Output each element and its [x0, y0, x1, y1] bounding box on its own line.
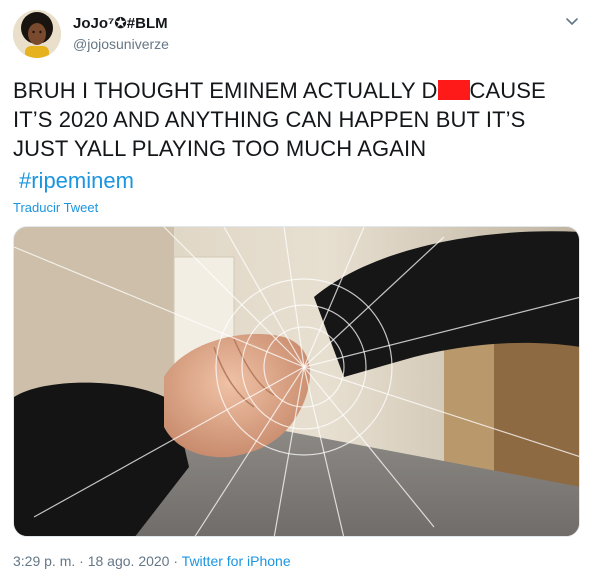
censor-block — [437, 80, 470, 100]
tweet-date[interactable]: 18 ago. 2020 — [88, 553, 170, 569]
user-handle[interactable]: @jojosuniverze — [73, 36, 169, 52]
hashtag-link[interactable]: #ripeminem — [19, 168, 134, 193]
hashtag-line: #ripeminem — [19, 166, 134, 195]
meta-separator: · — [173, 553, 179, 569]
translate-link[interactable]: Traducir Tweet — [13, 200, 98, 215]
tweet-card: JoJo⁷✪#BLM @jojosuniverze BRUH I THOUGHT… — [0, 0, 589, 573]
chevron-down-icon[interactable] — [563, 12, 581, 30]
tweet-time[interactable]: 3:29 p. m. — [13, 553, 75, 569]
display-name[interactable]: JoJo⁷✪#BLM — [73, 14, 168, 32]
avatar[interactable] — [13, 10, 61, 58]
name-row: JoJo⁷✪#BLM — [73, 14, 168, 32]
meta-separator: · — [79, 553, 84, 569]
broken-glass-photo — [14, 227, 579, 536]
tweet-image[interactable] — [13, 226, 580, 537]
tweet-meta: 3:29 p. m. · 18 ago. 2020 · Twitter for … — [13, 553, 291, 569]
tweet-source-link[interactable]: Twitter for iPhone — [182, 553, 291, 569]
tweet-text: BRUH I THOUGHT EMINEM ACTUALLY D CAUSE IT… — [13, 76, 583, 163]
tweet-text-part1: BRUH I THOUGHT EMINEM ACTUALLY D — [13, 78, 438, 103]
